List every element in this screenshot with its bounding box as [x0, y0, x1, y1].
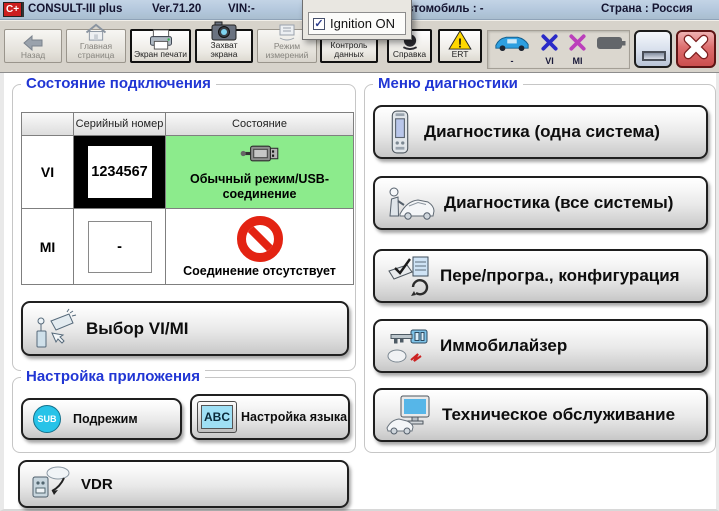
vi-status-cell: Обычный режим/USB-соединение: [166, 136, 353, 209]
app-title: CONSULT-III plus: [28, 3, 123, 15]
vi-mi-select-icon: [33, 307, 77, 351]
ignition-row: ✓ Ignition ON: [308, 12, 406, 35]
abc-monitor-icon: ABC: [197, 401, 237, 433]
ert-button[interactable]: ! ERT: [438, 29, 482, 63]
vi-serial-value: 1234567: [87, 146, 152, 198]
connection-section-title: Состояние подключения: [21, 75, 216, 92]
app-settings-section-title: Настройка приложения: [21, 368, 205, 385]
mi-x-icon: [568, 33, 587, 57]
app-version: Ver.71.20: [152, 3, 202, 15]
mi-status-label: MI: [572, 56, 583, 66]
back-button[interactable]: Назад: [4, 29, 62, 63]
help-label: Справка: [392, 49, 427, 59]
vi-status-text: Обычный режим/USB-соединение: [189, 172, 329, 201]
mi-status-cell: Соединение отсутствует: [166, 209, 353, 284]
reprogramming-configuration-label: Пере/програ., конфигурация: [440, 266, 680, 285]
close-icon: [683, 34, 709, 65]
svg-text:!: !: [458, 35, 462, 50]
usb-icon: [239, 142, 281, 169]
diagnosis-one-system-button[interactable]: Диагностика (одна система): [373, 105, 708, 159]
ignition-label: Ignition ON: [330, 16, 396, 31]
immobilizer-icon: [385, 326, 431, 366]
mi-serial-cell: -: [74, 209, 166, 284]
vi-x-icon: [540, 33, 559, 57]
immobilizer-button[interactable]: Иммобилайзер: [373, 319, 708, 373]
vehicle-status-indicator: -: [493, 33, 531, 66]
car-icon: [493, 33, 531, 57]
maintenance-icon: [385, 394, 433, 436]
vehicle-status-label: -: [510, 56, 514, 66]
sub-badge-icon: SUB: [33, 405, 61, 433]
mi-status-indicator: MI: [568, 33, 587, 66]
mi-serial-value: -: [87, 220, 152, 273]
select-vi-mi-label: Выбор VI/MI: [86, 318, 189, 338]
header-empty: [22, 113, 74, 136]
vi-status-indicator: VI: [540, 33, 559, 66]
camera-icon: [211, 21, 237, 41]
no-connection-icon: [236, 215, 283, 262]
vin-label: VIN:-: [228, 3, 255, 15]
vi-status-label: VI: [545, 56, 554, 66]
back-arrow-icon: [21, 35, 45, 51]
connection-status-indicators: - VI MI: [487, 30, 630, 69]
back-label: Назад: [20, 50, 46, 60]
ignition-checkbox[interactable]: ✓: [313, 17, 325, 30]
vdr-icon: [30, 465, 72, 503]
battery-icon: [596, 35, 626, 56]
measurement-mode-label: Режим измерений: [265, 41, 309, 60]
vdr-label: VDR: [81, 475, 113, 493]
country-label: Страна : Россия: [601, 3, 693, 15]
print-screen-button[interactable]: Экран печати: [130, 29, 191, 63]
close-button[interactable]: [676, 30, 716, 68]
home-button[interactable]: Главная страница: [66, 23, 126, 63]
home-icon: [84, 23, 108, 42]
measure-icon: [276, 24, 298, 42]
diagnostic-menu-section-title: Меню диагностики: [373, 75, 523, 92]
connection-table: Серийный номер Состояние VI 1234567 Обыч…: [21, 112, 354, 285]
all-systems-icon: [385, 183, 435, 223]
mi-status-text: Соединение отсутствует: [183, 263, 336, 278]
screen-capture-label: Захват экрана: [210, 40, 238, 59]
submode-button[interactable]: SUB Подрежим: [21, 398, 182, 440]
app-logo-icon: C+: [3, 2, 22, 17]
language-settings-label: Настройка языка: [241, 410, 348, 424]
minimize-button[interactable]: [634, 30, 672, 68]
mi-row-label: MI: [22, 209, 74, 284]
maintenance-button[interactable]: Техническое обслуживание: [373, 388, 708, 442]
maintenance-label: Техническое обслуживание: [442, 405, 676, 424]
diagnosis-one-system-label: Диагностика (одна система): [424, 122, 660, 141]
select-vi-mi-button[interactable]: Выбор VI/MI: [21, 301, 349, 356]
vdr-button[interactable]: VDR: [18, 460, 349, 508]
warning-triangle-icon: !: [447, 30, 473, 50]
diagnosis-all-systems-button[interactable]: Диагностика (все системы): [373, 176, 708, 230]
screen-capture-button[interactable]: Захват экрана: [195, 21, 253, 63]
language-settings-button[interactable]: ABC Настройка языка: [190, 394, 350, 440]
ignition-popup: ✓ Ignition ON: [302, 0, 412, 40]
vi-serial-cell: 1234567: [74, 136, 166, 209]
header-serial: Серийный номер: [74, 113, 166, 136]
ert-label: ERT: [451, 49, 469, 59]
single-system-icon: [385, 110, 415, 154]
diagnostic-menu-panel: Меню диагностики Диагностика (одна систе…: [364, 75, 716, 453]
minimize-icon: [642, 51, 666, 61]
app-settings-panel: Настройка приложения SUB Подрежим ABC На…: [12, 368, 356, 453]
vi-row-label: VI: [22, 136, 74, 209]
main-content: Состояние подключения Серийный номер Сос…: [0, 73, 719, 511]
connection-status-panel: Состояние подключения Серийный номер Сос…: [12, 75, 356, 371]
reprogramming-configuration-button[interactable]: Пере/програ., конфигурация: [373, 249, 708, 303]
printer-icon: [148, 29, 174, 50]
print-screen-label: Экран печати: [134, 49, 187, 59]
immobilizer-label: Иммобилайзер: [440, 336, 568, 355]
data-control-label: Контроль данных: [330, 40, 368, 59]
home-label: Главная страница: [77, 41, 115, 60]
reprogram-icon: [385, 255, 431, 297]
diagnosis-all-systems-label: Диагностика (все системы): [444, 193, 674, 212]
submode-label: Подрежим: [73, 412, 138, 426]
header-status: Состояние: [166, 113, 353, 136]
